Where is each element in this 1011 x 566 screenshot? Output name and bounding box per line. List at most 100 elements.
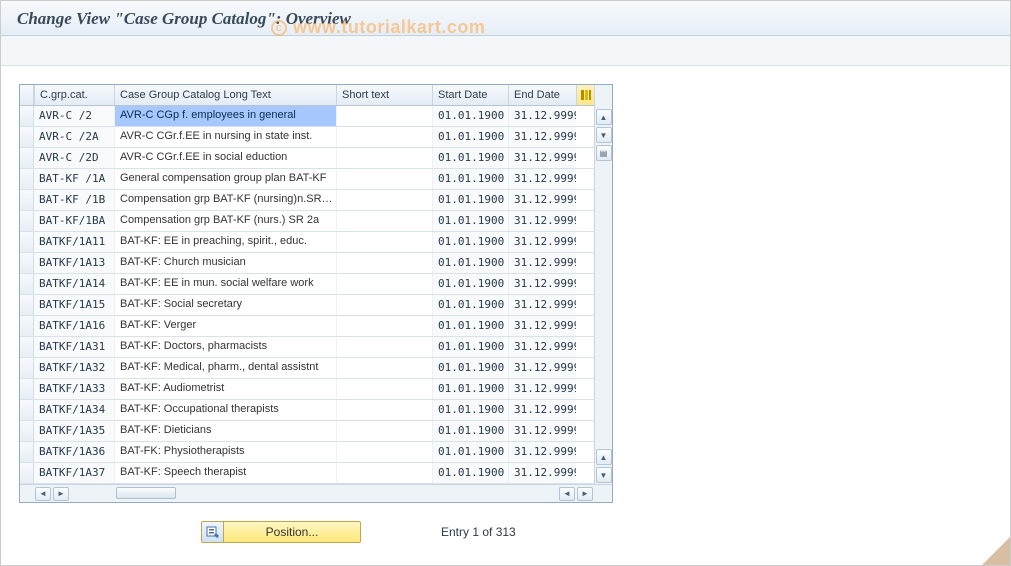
cell-shorttext[interactable] — [336, 211, 432, 231]
hscroll-left-icon[interactable]: ◄ — [35, 487, 51, 501]
vscroll-up2-icon[interactable]: ▲ — [596, 449, 612, 465]
cell-shorttext[interactable] — [336, 400, 432, 420]
cell-shorttext[interactable] — [336, 295, 432, 315]
table-row[interactable]: BAT-KF /1AGeneral compensation group pla… — [20, 169, 612, 190]
hscroll2-right-icon[interactable]: ► — [577, 487, 593, 501]
cell-longtext[interactable]: AVR-C CGr.f.EE in nursing in state inst. — [114, 127, 336, 147]
cell-longtext[interactable]: BAT-KF: Speech therapist — [114, 463, 336, 483]
cell-shorttext[interactable] — [336, 253, 432, 273]
table-row[interactable]: BATKF/1A34BAT-KF: Occupational therapist… — [20, 400, 612, 421]
cell-longtext[interactable]: BAT-KF: Doctors, pharmacists — [114, 337, 336, 357]
row-marker[interactable] — [20, 463, 34, 483]
table-row[interactable]: AVR-C /2AVR-C CGp f. employees in genera… — [20, 106, 612, 127]
table-row[interactable]: BATKF/1A11BAT-KF: EE in preaching, spiri… — [20, 232, 612, 253]
cell-shorttext[interactable] — [336, 274, 432, 294]
row-marker-header[interactable] — [20, 85, 34, 105]
cell-shorttext[interactable] — [336, 337, 432, 357]
table-row[interactable]: BATKF/1A15BAT-KF: Social secretary01.01.… — [20, 295, 612, 316]
cell-longtext[interactable]: Compensation grp BAT-KF (nursing)n.SR… — [114, 190, 336, 210]
position-button[interactable]: Position... — [201, 521, 361, 543]
position-button-label: Position... — [224, 525, 360, 539]
cell-shorttext[interactable] — [336, 442, 432, 462]
cell-longtext[interactable]: Compensation grp BAT-KF (nurs.) SR 2a — [114, 211, 336, 231]
cell-longtext[interactable]: BAT-KF: Audiometrist — [114, 379, 336, 399]
cell-shorttext[interactable] — [336, 463, 432, 483]
row-marker[interactable] — [20, 232, 34, 252]
hscroll-right-icon[interactable]: ► — [53, 487, 69, 501]
row-marker[interactable] — [20, 169, 34, 189]
cell-longtext[interactable]: BAT-KF: Medical, pharm., dental assistnt — [114, 358, 336, 378]
table-row[interactable]: BATKF/1A37BAT-KF: Speech therapist01.01.… — [20, 463, 612, 484]
cell-shorttext[interactable] — [336, 106, 432, 126]
row-marker[interactable] — [20, 337, 34, 357]
table-configure-button[interactable] — [576, 85, 594, 105]
cell-cgrpcat: AVR-C /2 — [34, 106, 114, 126]
cell-longtext[interactable]: BAT-KF: Social secretary — [114, 295, 336, 315]
table-row[interactable]: BAT-KF/1BACompensation grp BAT-KF (nurs.… — [20, 211, 612, 232]
table-row[interactable]: BATKF/1A16BAT-KF: Verger01.01.190031.12.… — [20, 316, 612, 337]
vscroll-mark-icon[interactable]: ▤ — [596, 145, 612, 161]
cell-longtext[interactable]: General compensation group plan BAT-KF — [114, 169, 336, 189]
vscroll-down2-icon[interactable]: ▼ — [596, 467, 612, 483]
cell-shorttext[interactable] — [336, 316, 432, 336]
row-marker[interactable] — [20, 295, 34, 315]
hscroll2-left-icon[interactable]: ◄ — [559, 487, 575, 501]
col-header-enddate[interactable]: End Date — [508, 85, 576, 105]
vscroll-up-icon[interactable]: ▲ — [596, 109, 612, 125]
cell-longtext[interactable]: BAT-KF: Verger — [114, 316, 336, 336]
row-marker[interactable] — [20, 190, 34, 210]
cell-cgrpcat: BATKF/1A11 — [34, 232, 114, 252]
cell-shorttext[interactable] — [336, 190, 432, 210]
row-marker[interactable] — [20, 442, 34, 462]
table-row[interactable]: BATKF/1A13BAT-KF: Church musician01.01.1… — [20, 253, 612, 274]
table-row[interactable]: AVR-C /2AAVR-C CGr.f.EE in nursing in st… — [20, 127, 612, 148]
table-row[interactable]: BATKF/1A35BAT-KF: Dieticians01.01.190031… — [20, 421, 612, 442]
cell-shorttext[interactable] — [336, 421, 432, 441]
col-header-cgrpcat[interactable]: C.grp.cat. — [34, 85, 114, 105]
cell-longtext[interactable]: AVR-C CGr.f.EE in social eduction — [114, 148, 336, 168]
cell-startdate: 01.01.1900 — [432, 232, 508, 252]
row-marker[interactable] — [20, 421, 34, 441]
table-row[interactable]: BATKF/1A32BAT-KF: Medical, pharm., denta… — [20, 358, 612, 379]
cell-shorttext[interactable] — [336, 148, 432, 168]
cell-longtext[interactable]: BAT-KF: Church musician — [114, 253, 336, 273]
table-row[interactable]: BATKF/1A33BAT-KF: Audiometrist01.01.1900… — [20, 379, 612, 400]
row-marker[interactable] — [20, 274, 34, 294]
col-header-longtext[interactable]: Case Group Catalog Long Text — [114, 85, 336, 105]
row-marker[interactable] — [20, 211, 34, 231]
row-marker[interactable] — [20, 253, 34, 273]
vscroll-down-icon[interactable]: ▼ — [596, 127, 612, 143]
vertical-scrollbar[interactable]: ▲ ▼ ▤ ▲ ▼ — [594, 85, 612, 484]
cell-longtext[interactable]: BAT-KF: EE in preaching, spirit., educ. — [114, 232, 336, 252]
cell-shorttext[interactable] — [336, 127, 432, 147]
row-marker[interactable] — [20, 148, 34, 168]
table-row[interactable]: BATKF/1A31BAT-KF: Doctors, pharmacists01… — [20, 337, 612, 358]
cell-startdate: 01.01.1900 — [432, 442, 508, 462]
col-header-shorttext[interactable]: Short text — [336, 85, 432, 105]
cell-startdate: 01.01.1900 — [432, 400, 508, 420]
cell-shorttext[interactable] — [336, 358, 432, 378]
row-marker[interactable] — [20, 400, 34, 420]
cell-startdate: 01.01.1900 — [432, 106, 508, 126]
cell-shorttext[interactable] — [336, 379, 432, 399]
cell-longtext[interactable]: BAT-KF: EE in mun. social welfare work — [114, 274, 336, 294]
row-marker[interactable] — [20, 316, 34, 336]
page-title: Change View "Case Group Catalog": Overvi… — [17, 9, 994, 29]
col-header-startdate[interactable]: Start Date — [432, 85, 508, 105]
cell-shorttext[interactable] — [336, 232, 432, 252]
cell-longtext[interactable]: BAT-KF: Occupational therapists — [114, 400, 336, 420]
table-row[interactable]: BATKF/1A36BAT-FK: Physiotherapists01.01.… — [20, 442, 612, 463]
table-row[interactable]: AVR-C /2DAVR-C CGr.f.EE in social educti… — [20, 148, 612, 169]
row-marker[interactable] — [20, 358, 34, 378]
row-marker[interactable] — [20, 127, 34, 147]
cell-longtext[interactable]: BAT-KF: Dieticians — [114, 421, 336, 441]
cell-longtext[interactable]: AVR-C CGp f. employees in general — [114, 106, 336, 126]
row-marker[interactable] — [20, 379, 34, 399]
table-row[interactable]: BATKF/1A14BAT-KF: EE in mun. social welf… — [20, 274, 612, 295]
table-row[interactable]: BAT-KF /1BCompensation grp BAT-KF (nursi… — [20, 190, 612, 211]
cell-shorttext[interactable] — [336, 169, 432, 189]
cell-startdate: 01.01.1900 — [432, 421, 508, 441]
row-marker[interactable] — [20, 106, 34, 126]
horizontal-scrollbar[interactable]: ◄ ► ◄ ► — [20, 484, 612, 502]
cell-longtext[interactable]: BAT-FK: Physiotherapists — [114, 442, 336, 462]
